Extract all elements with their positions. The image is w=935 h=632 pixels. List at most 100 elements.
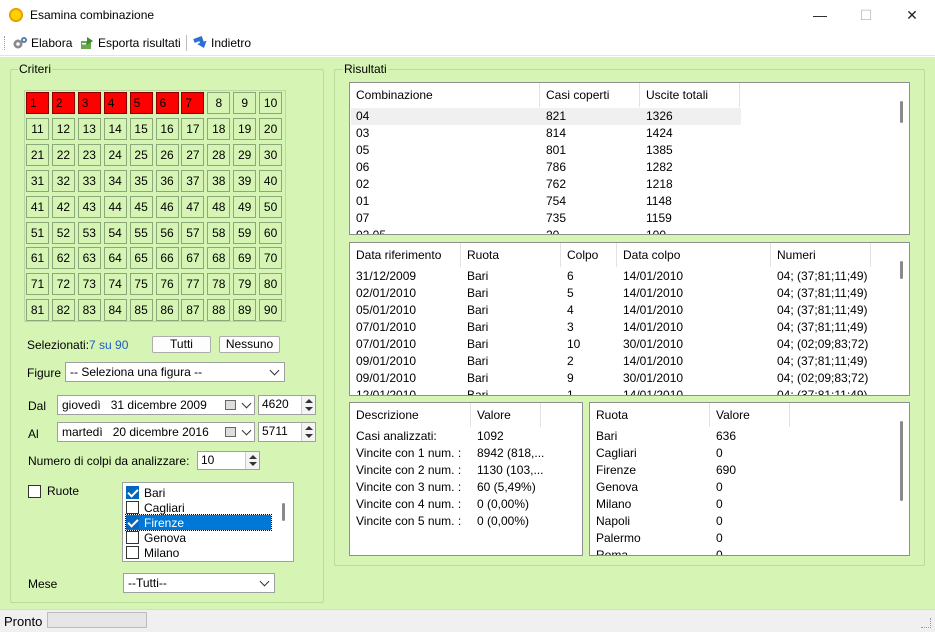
column-header[interactable]: Valore [471,403,541,427]
al-date-picker[interactable]: martedì 20 dicembre 2016 [57,422,255,442]
number-cell[interactable]: 22 [51,143,75,166]
number-cell[interactable]: 44 [103,195,127,218]
tutti-button[interactable]: Tutti [152,336,211,353]
ruote-item-checkbox[interactable] [126,531,139,544]
number-cell[interactable]: 53 [77,221,101,244]
number-cell[interactable]: 85 [129,299,153,322]
number-cell[interactable]: 59 [233,221,257,244]
ruote-item-checkbox[interactable] [126,516,139,529]
table-scrollbar[interactable] [900,421,903,501]
spinner-arrows-icon[interactable] [301,423,315,441]
number-cell[interactable]: 37 [181,169,205,192]
number-cell[interactable]: 43 [77,195,101,218]
number-cell[interactable]: 68 [207,247,231,270]
number-cell[interactable]: 41 [26,195,49,218]
number-cell[interactable]: 57 [181,221,205,244]
number-cell[interactable]: 14 [103,117,127,140]
number-cell[interactable]: 3 [77,92,101,114]
column-header[interactable]: Uscite totali [640,83,740,107]
number-cell[interactable]: 86 [155,299,179,322]
esporta-button[interactable]: Esporta risultati [79,34,181,52]
number-cell[interactable]: 45 [129,195,153,218]
column-header[interactable]: Combinazione [350,83,540,107]
table-scrollbar[interactable] [900,261,903,279]
number-cell[interactable]: 60 [259,221,283,244]
number-cell[interactable]: 39 [233,169,257,192]
number-cell[interactable]: 55 [129,221,153,244]
number-cell[interactable]: 31 [26,169,49,192]
number-cell[interactable]: 19 [233,117,257,140]
number-cell[interactable]: 63 [77,247,101,270]
number-cell[interactable]: 33 [77,169,101,192]
ruote-list-item[interactable]: Firenze [125,514,272,531]
number-cell[interactable]: 54 [103,221,127,244]
number-cell[interactable]: 80 [259,273,283,296]
close-button[interactable]: ✕ [889,0,935,30]
ruote-item-checkbox[interactable] [126,486,139,499]
riepilogo-table[interactable]: Descrizione Valore Casi analizzati: 1092 Vin… [349,402,583,556]
spinner-arrows-icon[interactable] [301,396,315,414]
number-cell[interactable]: 79 [233,273,257,296]
number-cell[interactable]: 46 [155,195,179,218]
spinner-arrows-icon[interactable] [245,452,259,469]
number-cell[interactable]: 26 [155,143,179,166]
number-cell[interactable]: 34 [103,169,127,192]
ruote-check-box[interactable] [28,484,41,498]
minimize-button[interactable]: — [797,0,843,30]
number-cell[interactable]: 64 [103,247,127,270]
dal-date-picker[interactable]: giovedì 31 dicembre 2009 [57,395,255,415]
number-cell[interactable]: 7 [181,92,205,114]
number-cell[interactable]: 17 [181,117,205,140]
number-cell[interactable]: 84 [103,299,127,322]
resize-grip-icon[interactable] [921,618,931,628]
elabora-button[interactable]: Elabora [12,34,72,52]
al-number-spinner[interactable]: 5711 [258,422,316,442]
number-cell[interactable]: 88 [207,299,231,322]
number-cell[interactable]: 89 [233,299,257,322]
number-cell[interactable]: 42 [51,195,75,218]
ruote-checkbox[interactable]: Ruote [28,484,79,498]
number-cell[interactable]: 66 [155,247,179,270]
number-cell[interactable]: 2 [51,92,75,114]
dal-number-spinner[interactable]: 4620 [258,395,316,415]
number-cell[interactable]: 65 [129,247,153,270]
number-cell[interactable]: 83 [77,299,101,322]
number-cell[interactable]: 6 [155,92,179,114]
number-cell[interactable]: 62 [51,247,75,270]
column-header[interactable]: Ruota [461,243,561,267]
listbox-scrollbar[interactable] [282,503,285,521]
column-header[interactable]: Numeri [771,243,871,267]
number-cell[interactable]: 69 [233,247,257,270]
number-cell[interactable]: 77 [181,273,205,296]
number-cell[interactable]: 38 [207,169,231,192]
ruote-list-item[interactable]: Cagliari [126,500,271,515]
number-cell[interactable]: 67 [181,247,205,270]
number-cell[interactable]: 74 [103,273,127,296]
colpi-spinner[interactable]: 10 [197,451,260,470]
dettaglio-table[interactable]: Data riferimento Ruota Colpo Data colpo Nume… [349,242,910,396]
mese-select[interactable]: --Tutti-- [123,573,275,593]
ruote-table[interactable]: Ruota Valore Bari 636 Cagliari 0 Firenze 690 Gen… [589,402,910,556]
number-cell[interactable]: 28 [207,143,231,166]
number-cell[interactable]: 36 [155,169,179,192]
figure-select[interactable]: -- Seleziona una figura -- [65,362,285,382]
number-cell[interactable]: 82 [51,299,75,322]
number-cell[interactable]: 5 [129,92,153,114]
number-cell[interactable]: 51 [26,221,49,244]
number-cell[interactable]: 61 [26,247,49,270]
number-cell[interactable]: 71 [26,273,49,296]
column-header[interactable]: Ruota [590,403,710,427]
number-cell[interactable]: 72 [51,273,75,296]
indietro-button[interactable]: Indietro [192,34,251,52]
column-header[interactable]: Colpo [561,243,617,267]
number-cell[interactable]: 78 [207,273,231,296]
number-cell[interactable]: 21 [26,143,49,166]
column-header[interactable]: Data riferimento [350,243,461,267]
number-cell[interactable]: 70 [259,247,283,270]
number-cell[interactable]: 24 [103,143,127,166]
number-cell[interactable]: 27 [181,143,205,166]
column-header[interactable]: Data colpo [617,243,771,267]
number-cell[interactable]: 56 [155,221,179,244]
combinazioni-table[interactable]: Combinazione Casi coperti Uscite totali 04 8… [349,82,910,235]
column-header[interactable]: Valore [710,403,790,427]
